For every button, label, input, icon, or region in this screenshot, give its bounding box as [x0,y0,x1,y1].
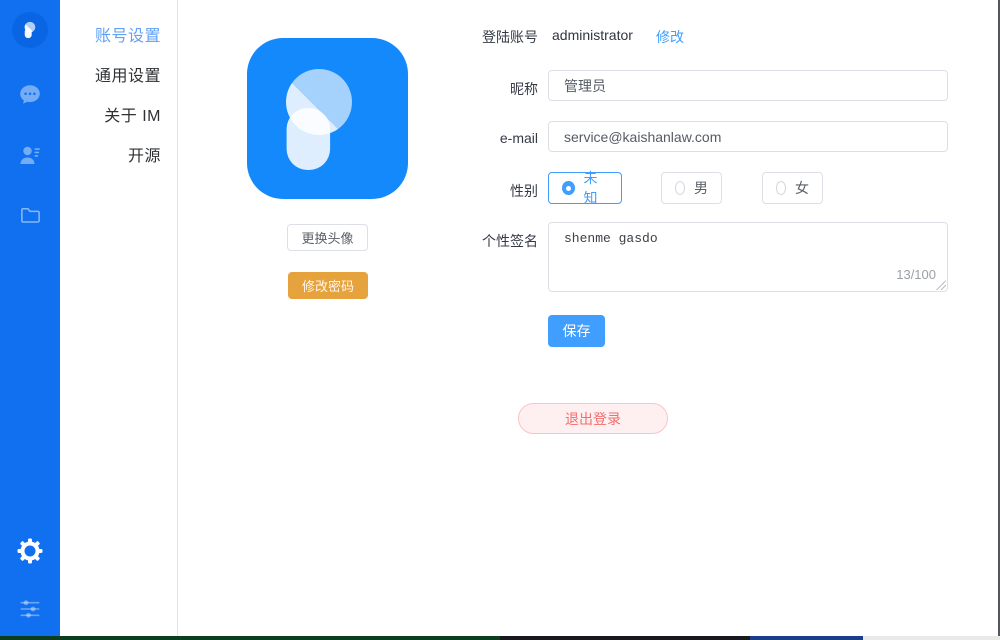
user-avatar[interactable] [0,12,60,48]
radio-icon [776,181,786,195]
settings-menu: 账号设置 通用设置 关于 IM 开源 [60,0,178,636]
taskbar-segment [500,636,750,640]
gender-option-male[interactable]: 男 [661,172,722,204]
radio-icon [562,181,575,195]
settings-gear-icon [17,538,43,564]
logout-button[interactable]: 退出登录 [518,403,668,434]
nav-settings[interactable] [0,538,60,564]
gender-option-label: 未知 [583,170,598,206]
radio-icon [675,181,685,195]
taskbar-segment [750,636,863,640]
menu-item-open-source[interactable]: 开源 [60,137,177,177]
signature-field: 13/100 [548,222,948,292]
resize-grip-icon[interactable] [936,280,946,290]
gender-option-label: 女 [795,180,809,196]
taskbar-segment [863,636,1000,640]
email-input[interactable] [548,121,948,152]
app-logo-icon [12,12,48,48]
app-logo-large-icon [247,38,408,199]
menu-item-general-settings[interactable]: 通用设置 [60,57,177,97]
app-window: 账号设置 通用设置 关于 IM 开源 更换头像 修改密码 登陆账号 admini… [0,0,1000,640]
modify-account-link[interactable]: 修改 [656,27,684,47]
gender-label: 性别 [510,183,538,199]
gender-option-female[interactable]: 女 [762,172,823,204]
nav-preferences[interactable] [0,597,60,621]
save-button[interactable]: 保存 [548,315,605,347]
profile-avatar[interactable] [247,38,408,199]
contacts-icon [20,146,40,164]
nickname-label: 昵称 [510,81,538,97]
nickname-input[interactable] [548,70,948,101]
nav-rail [0,0,60,636]
folder-icon [20,207,40,223]
gender-option-unknown[interactable]: 未知 [548,170,622,206]
gender-option-label: 男 [694,180,708,196]
preferences-sliders-icon [20,600,40,618]
signature-textarea[interactable] [548,222,948,292]
email-label: e-mail [499,130,538,146]
nav-chat[interactable] [0,83,60,107]
signature-char-counter: 13/100 [896,267,936,282]
menu-item-account-settings[interactable]: 账号设置 [60,17,177,57]
signature-label: 个性签名 [482,233,538,249]
taskbar-edge [0,636,1000,640]
change-password-button[interactable]: 修改密码 [288,272,368,299]
account-settings-panel: 更换头像 修改密码 登陆账号 administrator 修改 昵称 e-mai… [178,0,998,636]
login-account-value: administrator [552,27,633,43]
nav-contacts[interactable] [0,143,60,167]
chat-icon [20,85,40,104]
nav-files[interactable] [0,203,60,226]
taskbar-segment [0,636,500,640]
menu-item-about-im[interactable]: 关于 IM [60,97,177,137]
change-avatar-button[interactable]: 更换头像 [287,224,368,251]
login-account-label: 登陆账号 [482,29,538,45]
